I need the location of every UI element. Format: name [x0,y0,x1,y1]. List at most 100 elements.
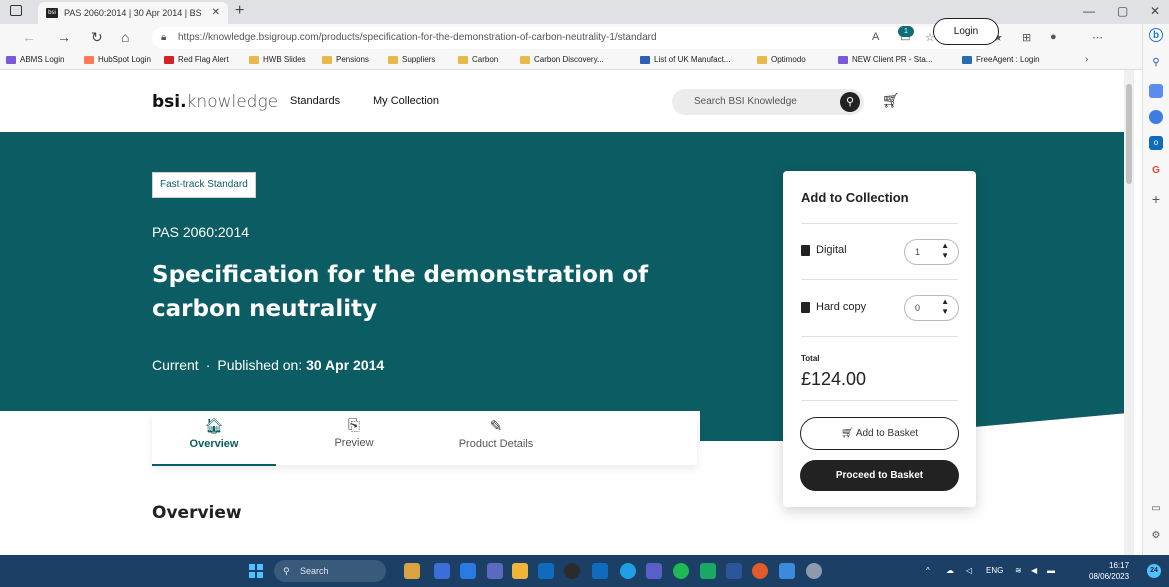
bookmark-hubspot[interactable]: HubSpot Login [84,55,151,64]
spotify-app-icon[interactable] [673,563,689,579]
search-placeholder: Search BSI Knowledge [694,96,797,107]
ez-icon [640,55,650,64]
add-sidebar-icon[interactable]: + [1149,192,1163,206]
forward-icon[interactable]: → [57,29,71,45]
outlook-app-icon[interactable] [592,563,608,579]
file-explorer-icon[interactable] [512,563,528,579]
tools-icon[interactable] [1149,110,1163,124]
nav-my-collection[interactable]: My Collection [373,95,439,107]
nav-standards[interactable]: Standards [290,95,340,107]
tab-label: Product Details [458,438,534,450]
publication-info: Current · Published on: 30 Apr 2014 [152,357,384,373]
wifi-icon[interactable]: ≋ [1015,566,1022,575]
settings-app-icon[interactable] [806,563,822,579]
more-menu-icon[interactable]: ⋯ [1092,31,1103,44]
divider [801,223,958,224]
tab-actions-icon[interactable] [10,5,22,16]
onedrive-icon[interactable]: ☁ [946,566,954,575]
cart-icon[interactable]: 🛒︎ [882,92,900,109]
tab-product-details[interactable]: ✎ Product Details [426,411,566,465]
profile-icon[interactable]: ● [1050,31,1057,43]
start-icon[interactable] [249,564,263,578]
refresh-icon[interactable]: ↻ [91,29,103,46]
login-button[interactable]: Login [933,18,999,45]
url-field[interactable]: 🔒︎ https://knowledge.bsigroup.com/produc… [152,27,992,49]
bookmark-freeagent[interactable]: FreeAgent : Login [962,55,1040,64]
bookmark-carbon[interactable]: Carbon [458,55,498,64]
hubspot-icon [84,55,94,64]
tab-close-icon[interactable]: ✕ [212,7,220,18]
restore-icon[interactable]: ▢ [1117,4,1128,18]
collections-icon[interactable]: ⊞ [1022,31,1031,44]
back-icon[interactable]: ← [22,29,36,45]
product-details-icon: ✎ [489,418,503,435]
search-sidebar-icon[interactable]: ⚲ [1149,56,1163,70]
widgets-icon[interactable] [404,563,420,579]
read-aloud-icon[interactable]: A [872,31,879,43]
separator-dot: · [205,357,211,373]
digital-quantity-stepper[interactable]: 1 ▲ ▼ [904,239,959,265]
clock[interactable]: 16:17 08/06/2023 [1089,560,1129,582]
search-icon[interactable]: ⚲ [840,92,860,112]
bookmark-pensions[interactable]: Pensions [322,55,369,64]
bsi-logo[interactable]: bsi.knowledge [152,92,278,112]
tag-icon[interactable] [1149,84,1163,98]
tray-chevron-icon[interactable]: ^ [926,566,930,575]
dell-app-icon[interactable] [564,563,580,579]
folder-icon [388,55,398,64]
chat-app-icon[interactable] [460,563,476,579]
scrollbar-thumb[interactable] [1126,84,1132,184]
total-label: Total [801,354,820,363]
location-icon[interactable]: ◁ [966,566,972,575]
page-scrollbar[interactable] [1124,70,1134,555]
stepper-arrows-icon[interactable]: ▲ ▼ [941,297,949,317]
freeagent-icon [962,55,972,64]
published-date: 30 Apr 2014 [306,357,385,373]
task-view-icon[interactable] [434,563,450,579]
bookmark-suppliers[interactable]: Suppliers [388,55,435,64]
mail-app-icon[interactable] [538,563,554,579]
browser-tab[interactable]: bsi PAS 2060:2014 | 30 Apr 2014 | BS ✕ [38,2,228,24]
bookmark-new-client[interactable]: NEW Client PR - Sta... [838,55,932,64]
bookmark-abms[interactable]: ABMS Login [6,55,64,64]
sidebar-toggle-icon[interactable]: ▭ [1149,502,1163,516]
time: 16:17 [1109,561,1130,570]
add-to-basket-button[interactable]: 🛒︎ Add to Basket [800,417,959,450]
bookmarks-more-icon[interactable]: › [1085,54,1088,65]
bookmark-uk-manufact[interactable]: List of UK Manufact... [640,55,730,64]
bookmark-carbon-discovery[interactable]: Carbon Discovery... [520,55,604,64]
edge-app-icon[interactable] [620,563,636,579]
tab-overview[interactable]: 🏠︎ Overview [152,411,276,466]
folder-icon [322,55,332,64]
stepper-arrows-icon[interactable]: ▲ ▼ [941,241,949,261]
bookmark-icon [838,55,848,64]
tab-preview[interactable]: ⎘ Preview [292,411,416,465]
proceed-to-basket-button[interactable]: Proceed to Basket [800,460,959,491]
bookmark-hwb[interactable]: HWB Slides [249,55,306,64]
teams-app-icon[interactable] [646,563,662,579]
digital-option: Digital [801,244,847,256]
word-app-icon[interactable] [726,563,742,579]
taskbar-search[interactable]: ⚲ Search [274,560,386,582]
home-browser-icon[interactable]: ⌂ [121,29,129,45]
notification-badge[interactable]: 24 [1147,564,1161,578]
outlook-icon[interactable]: o [1149,136,1163,150]
search-input[interactable]: Search BSI Knowledge ⚲ [672,89,864,115]
hard-copy-quantity-stepper[interactable]: 0 ▲ ▼ [904,295,959,321]
firefox-app-icon[interactable] [752,563,768,579]
tab-title: PAS 2060:2014 | 30 Apr 2014 | BS [64,8,202,18]
new-tab-icon[interactable]: + [235,2,244,20]
bing-chat-icon[interactable]: b [1149,28,1163,42]
language-indicator[interactable]: ENG [986,566,1003,575]
minimize-icon[interactable]: — [1083,4,1095,18]
photos-app-icon[interactable] [779,563,795,579]
volume-icon[interactable]: ◀ [1031,566,1037,575]
bookmark-red-flag[interactable]: Red Flag Alert [164,55,229,64]
bookmark-optimodo[interactable]: Optimodo [757,55,806,64]
calendar-app-icon[interactable] [487,563,503,579]
google-icon[interactable]: G [1149,164,1163,178]
settings-icon[interactable]: ⚙ [1149,529,1163,543]
close-window-icon[interactable]: ✕ [1150,4,1160,18]
battery-icon[interactable]: ▬ [1047,566,1055,575]
green-app-icon[interactable] [700,563,716,579]
